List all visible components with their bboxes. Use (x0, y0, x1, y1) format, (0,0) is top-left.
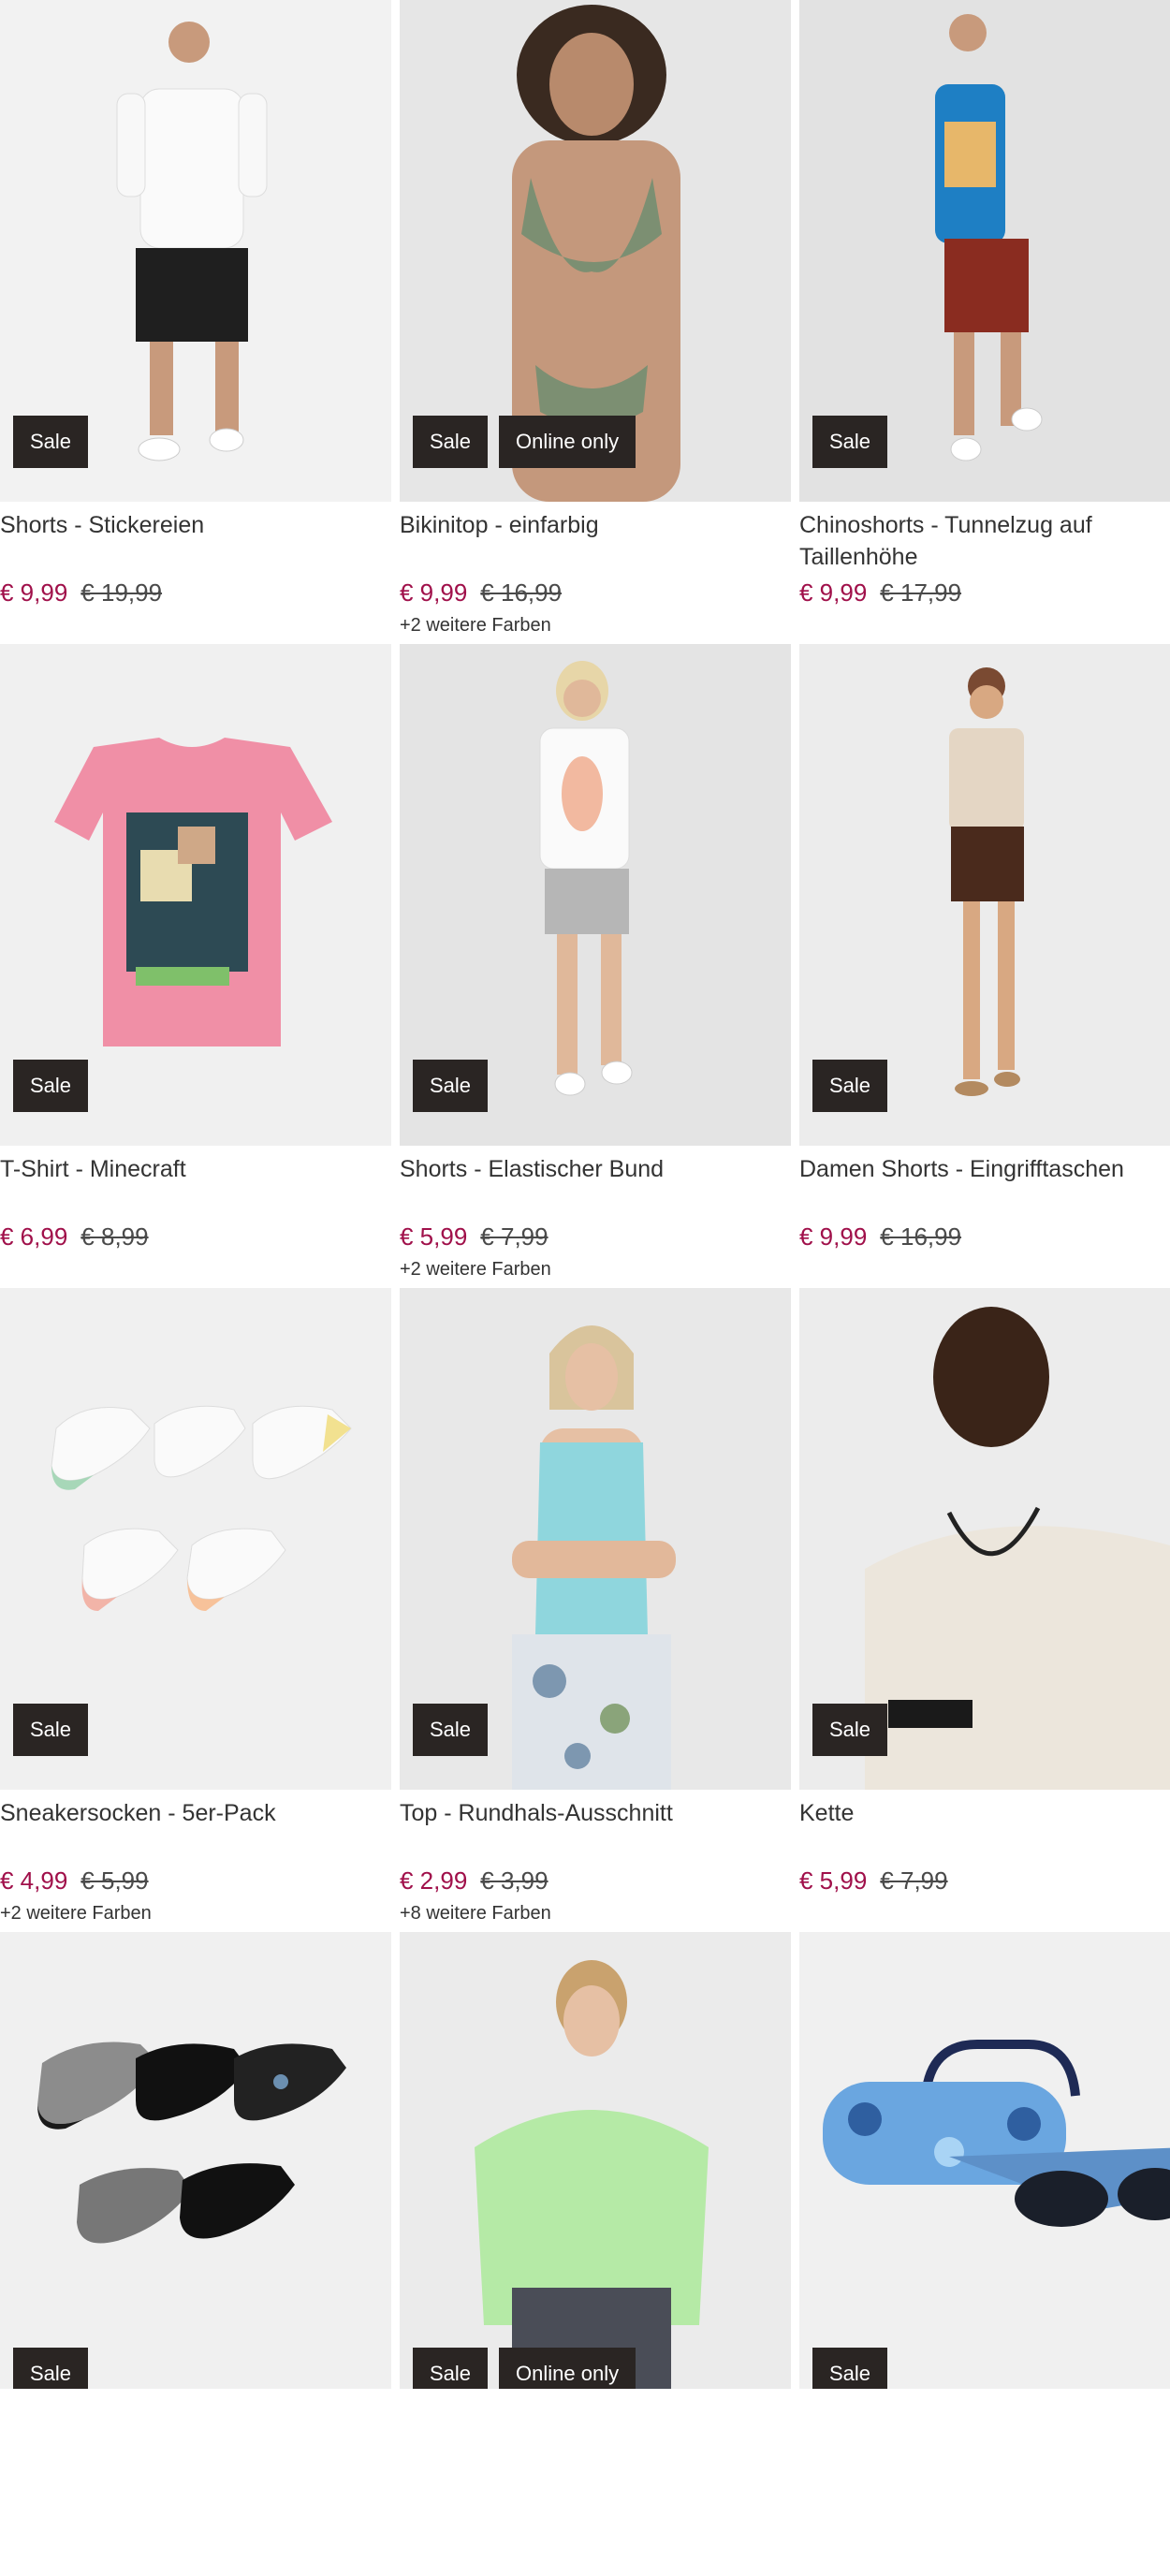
badge-group: Sale (812, 416, 888, 468)
price-row: € 2,99 € 3,99 (400, 1866, 791, 1895)
product-card[interactable]: Sale Shorts - Elastischer Bund € 5,99 € … (400, 644, 791, 1288)
product-image[interactable]: Sale Online only (400, 0, 791, 502)
sale-badge: Sale (812, 416, 888, 468)
badge-group: Sale (13, 2348, 89, 2389)
product-title[interactable]: T-Shirt - Minecraft (0, 1153, 391, 1217)
badge-group: Sale (413, 1060, 489, 1112)
sale-price: € 5,99 (400, 1222, 468, 1251)
product-card[interactable]: Sale Online only Bikinitop - einfarbig €… (400, 0, 791, 644)
badge-group: Sale Online only (413, 416, 636, 468)
sale-price: € 4,99 (0, 1866, 68, 1895)
badge-group: Sale (13, 416, 89, 468)
product-card[interactable]: Sale Chinoshorts - Tunnelzug auf Taillen… (799, 0, 1170, 644)
price-row: € 5,99 € 7,99 (400, 1222, 791, 1251)
product-card[interactable]: Sale T-Shirt - Minecraft € 6,99 € 8,99 (0, 644, 391, 1288)
sale-badge: Sale (812, 1060, 888, 1112)
product-card[interactable]: Sale Sneakersocken - 5er-Pack € 4,99 € 5… (0, 1288, 391, 1932)
price-row: € 4,99 € 5,99 (0, 1866, 391, 1895)
product-photo (799, 1932, 1170, 2389)
original-price: € 3,99 (480, 1866, 548, 1895)
more-colors[interactable]: +2 weitere Farben (400, 1259, 791, 1281)
sale-badge: Sale (413, 2348, 489, 2389)
product-image[interactable]: Sale (400, 644, 791, 1146)
sale-badge: Sale (413, 416, 489, 468)
product-image[interactable]: Sale (0, 1932, 391, 2389)
original-price: € 7,99 (480, 1222, 548, 1251)
product-title[interactable]: Bikinitop - einfarbig (400, 509, 791, 573)
product-card[interactable]: Sale Kette € 5,99 € 7,99 (799, 1288, 1170, 1932)
price-row: € 9,99 € 16,99 (799, 1222, 1170, 1251)
sale-price: € 6,99 (0, 1222, 68, 1251)
sale-price: € 2,99 (400, 1866, 468, 1895)
original-price: € 17,99 (880, 578, 962, 607)
product-card[interactable]: Sale Online only (400, 1932, 791, 2576)
product-card[interactable]: Sale Top - Rundhals-Ausschnitt € 2,99 € … (400, 1288, 791, 1932)
product-photo (400, 1932, 791, 2389)
product-image[interactable]: Sale (799, 644, 1170, 1146)
sale-price: € 5,99 (799, 1866, 868, 1895)
product-image[interactable]: Sale (799, 1288, 1170, 1790)
sale-badge: Sale (413, 1060, 489, 1112)
sale-badge: Sale (812, 1704, 888, 1756)
original-price: € 5,99 (80, 1866, 149, 1895)
sale-badge: Sale (413, 1704, 489, 1756)
badge-group: Sale (13, 1060, 89, 1112)
product-title[interactable]: Chinoshorts - Tunnelzug auf Taillenhöhe (799, 509, 1170, 573)
product-image[interactable]: Sale (0, 0, 391, 502)
product-title[interactable]: Shorts - Elastischer Bund (400, 1153, 791, 1217)
online-only-badge: Online only (499, 2348, 636, 2389)
sale-badge: Sale (13, 1704, 89, 1756)
product-image[interactable]: Sale (0, 644, 391, 1146)
sale-price: € 9,99 (400, 578, 468, 607)
price-row: € 9,99 € 16,99 (400, 578, 791, 607)
original-price: € 16,99 (480, 578, 563, 607)
sale-badge: Sale (13, 1060, 89, 1112)
price-row: € 6,99 € 8,99 (0, 1222, 391, 1251)
product-title[interactable]: Shorts - Stickereien (0, 509, 391, 573)
sale-badge: Sale (13, 2348, 89, 2389)
product-title[interactable]: Sneakersocken - 5er-Pack (0, 1797, 391, 1861)
product-image[interactable]: Sale (799, 1932, 1170, 2389)
product-image[interactable]: Sale (400, 1288, 791, 1790)
sale-price: € 9,99 (799, 578, 868, 607)
product-image[interactable]: Sale (799, 0, 1170, 502)
product-title[interactable]: Kette (799, 1797, 1170, 1861)
product-image[interactable]: Sale Online only (400, 1932, 791, 2389)
original-price: € 8,99 (80, 1222, 149, 1251)
product-image[interactable]: Sale (0, 1288, 391, 1790)
badge-group: Sale Online only (413, 2348, 636, 2389)
price-row: € 9,99 € 17,99 (799, 578, 1170, 607)
product-card[interactable]: Sale (0, 1932, 391, 2576)
product-title[interactable]: Top - Rundhals-Ausschnitt (400, 1797, 791, 1861)
badge-group: Sale (812, 1704, 888, 1756)
badge-group: Sale (812, 2348, 888, 2389)
original-price: € 16,99 (880, 1222, 962, 1251)
product-card[interactable]: Sale Damen Shorts - Eingrifftaschen € 9,… (799, 644, 1170, 1288)
product-grid: Sale Shorts - Stickereien € 9,99 € 19,99… (0, 0, 1170, 2576)
badge-group: Sale (13, 1704, 89, 1756)
sale-price: € 9,99 (799, 1222, 868, 1251)
product-photo (0, 1932, 391, 2389)
product-card[interactable]: Sale (799, 1932, 1170, 2576)
product-title[interactable]: Damen Shorts - Eingrifftaschen (799, 1153, 1170, 1217)
sale-price: € 9,99 (0, 578, 68, 607)
sale-badge: Sale (13, 416, 89, 468)
original-price: € 7,99 (880, 1866, 948, 1895)
product-card[interactable]: Sale Shorts - Stickereien € 9,99 € 19,99 (0, 0, 391, 644)
price-row: € 9,99 € 19,99 (0, 578, 391, 607)
online-only-badge: Online only (499, 416, 636, 468)
badge-group: Sale (812, 1060, 888, 1112)
more-colors[interactable]: +8 weitere Farben (400, 1903, 791, 1925)
sale-badge: Sale (812, 2348, 888, 2389)
price-row: € 5,99 € 7,99 (799, 1866, 1170, 1895)
badge-group: Sale (413, 1704, 489, 1756)
more-colors[interactable]: +2 weitere Farben (400, 615, 791, 637)
original-price: € 19,99 (80, 578, 163, 607)
more-colors[interactable]: +2 weitere Farben (0, 1903, 391, 1925)
